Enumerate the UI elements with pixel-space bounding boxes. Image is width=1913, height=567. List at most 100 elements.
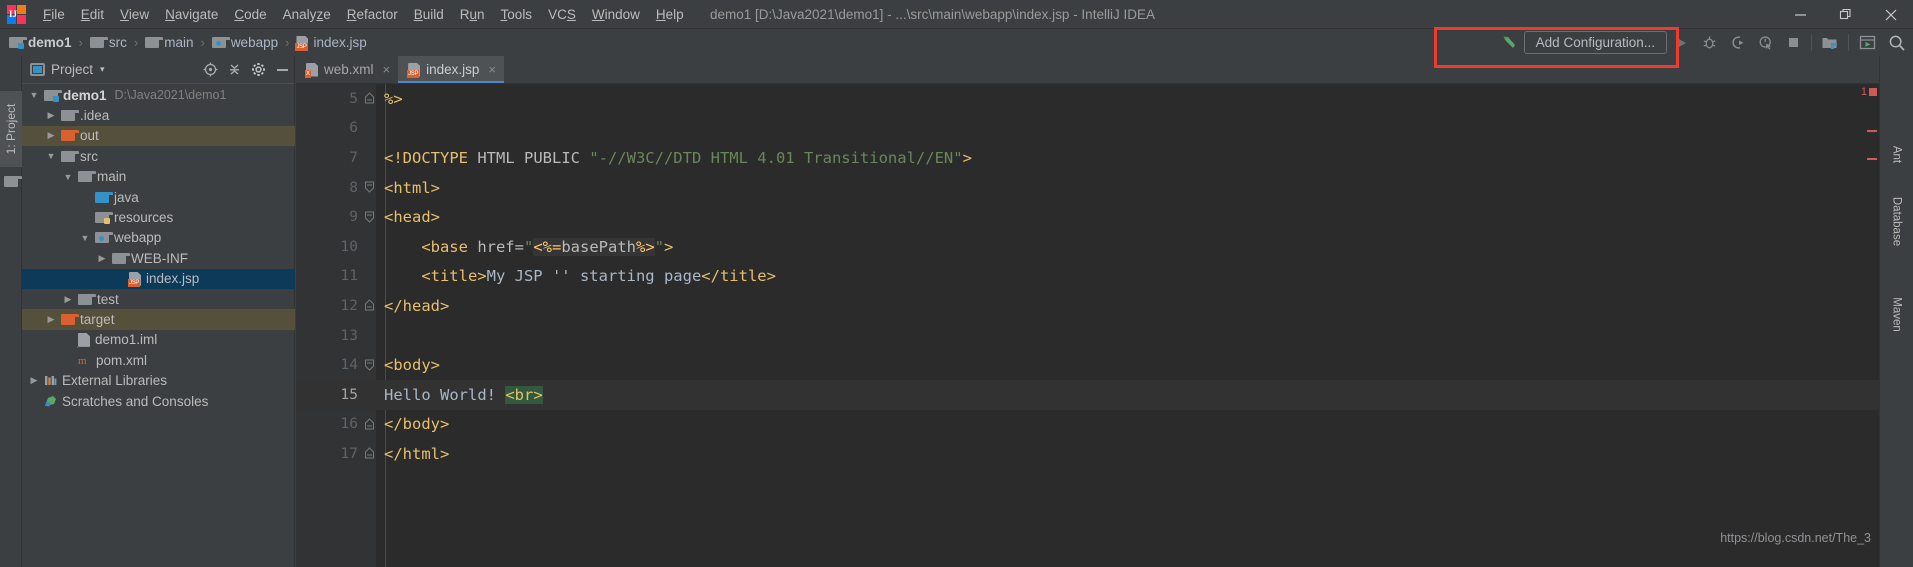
chevron-down-icon[interactable]: ▾ (100, 64, 105, 75)
close-icon[interactable]: × (383, 62, 391, 77)
hide-panel-icon[interactable] (270, 57, 294, 83)
tree-node-out[interactable]: ▶ out (22, 125, 295, 147)
run-play-icon[interactable] (1667, 29, 1695, 56)
right-tool-tab-maven[interactable]: Maven (1886, 282, 1907, 348)
code-text[interactable]: Hello World! <br> (384, 385, 543, 404)
line-number[interactable]: 5 (296, 91, 358, 107)
code-lines[interactable]: 5 %> 6 7 <!DOCTYPE HTML PUBLIC "-//W3C//DTD … (296, 84, 1879, 567)
line-number[interactable]: 8 (296, 180, 358, 196)
error-stripe-marker-1[interactable] (1867, 130, 1877, 132)
chevron-down-icon[interactable]: ▼ (45, 150, 57, 162)
add-configuration-button[interactable]: Add Configuration... (1523, 31, 1667, 54)
profiler-icon[interactable] (1751, 29, 1779, 56)
tree-node-web-inf[interactable]: ▶ WEB-INF (22, 248, 295, 268)
fold-marker-icon[interactable] (358, 418, 380, 431)
chevron-right-icon[interactable]: ▶ (45, 313, 57, 325)
close-icon[interactable]: × (488, 62, 496, 77)
line-number[interactable]: 15 (296, 387, 358, 403)
close-icon[interactable] (1868, 0, 1913, 29)
tree-node-index-jsp[interactable]: JSP index.jsp (22, 268, 295, 289)
breadcrumb-item-demo1[interactable]: demo1 (9, 35, 72, 50)
collapse-all-icon[interactable] (222, 57, 246, 83)
tree-node-webapp[interactable]: ▼ webapp (22, 228, 295, 248)
code-line-14[interactable]: 14 <body> (296, 350, 1879, 380)
line-number[interactable]: 13 (296, 328, 358, 344)
breadcrumb-item-webapp[interactable]: webapp (211, 35, 278, 50)
code-line-5[interactable]: 5 %> (296, 84, 1879, 114)
code-text[interactable]: <html> (384, 179, 440, 197)
code-line-16[interactable]: 16 </body> (296, 410, 1879, 440)
breadcrumb-item-src[interactable]: src (89, 35, 127, 50)
debug-bug-icon[interactable] (1695, 29, 1723, 56)
stop-square-icon[interactable] (1779, 29, 1807, 56)
open-in-browser-icon[interactable] (1853, 29, 1881, 56)
chevron-down-icon[interactable]: ▼ (28, 89, 40, 101)
tree-node-src[interactable]: ▼ src (22, 146, 295, 166)
right-tool-tab-database[interactable]: Database (1886, 189, 1907, 255)
code-line-6[interactable]: 6 (296, 114, 1879, 144)
code-text[interactable]: </body> (384, 415, 449, 433)
minimize-icon[interactable] (1778, 0, 1823, 29)
chevron-right-icon[interactable]: ▶ (62, 293, 74, 305)
line-number[interactable]: 14 (296, 357, 358, 373)
code-line-15[interactable]: 15 Hello World! <br> (296, 379, 1879, 410)
intention-bulb-icon[interactable] (390, 363, 401, 376)
tree-node-scratches-and-consoles[interactable]: Scratches and Consoles (22, 391, 295, 411)
breadcrumb-item-main[interactable]: main (145, 35, 193, 50)
line-number[interactable]: 6 (296, 120, 358, 136)
chevron-right-icon[interactable]: ▶ (45, 130, 57, 142)
chevron-down-icon[interactable]: ▼ (79, 232, 91, 244)
code-editor[interactable]: 5 %> 6 7 <!DOCTYPE HTML PUBLIC "-//W3C//DTD … (296, 84, 1879, 567)
menu-item-navigate[interactable]: Navigate (157, 3, 226, 26)
tree-node-java[interactable]: java (22, 187, 295, 207)
right-tool-tab-ant[interactable]: Ant (1886, 122, 1907, 188)
line-number[interactable]: 11 (296, 268, 358, 284)
tree-node-demo1[interactable]: ▼ demo1 D:\Java2021\demo1 (22, 85, 295, 105)
tree-node--idea[interactable]: ▶ .idea (22, 105, 295, 125)
code-line-8[interactable]: 8 <html> (296, 173, 1879, 203)
structure-folder-icon[interactable] (4, 176, 22, 187)
line-number[interactable]: 17 (296, 446, 358, 462)
code-text[interactable]: </html> (384, 445, 449, 463)
code-text[interactable]: </head> (384, 297, 449, 315)
project-tree[interactable]: ▼ demo1 D:\Java2021\demo1 ▶ .idea ▶ out ▼ src ▼ ma… (22, 85, 295, 567)
code-text[interactable]: <title>My JSP '' starting page</title> (384, 267, 776, 285)
select-opened-file-icon[interactable] (198, 57, 222, 83)
tree-node-pom-xml[interactable]: m pom.xml (22, 350, 295, 370)
search-everywhere-icon[interactable] (1881, 29, 1913, 56)
code-line-11[interactable]: 11 <title>My JSP '' starting page</title> (296, 262, 1879, 292)
fold-marker-icon[interactable] (358, 211, 380, 224)
restore-icon[interactable] (1823, 0, 1868, 29)
menu-item-tools[interactable]: Tools (493, 3, 541, 26)
tree-node-resources[interactable]: resources (22, 207, 295, 227)
tree-node-target[interactable]: ▶ target (22, 309, 295, 330)
error-stripe-marker-2[interactable] (1867, 158, 1877, 160)
chevron-right-icon[interactable]: ▶ (28, 375, 40, 387)
line-number[interactable]: 10 (296, 239, 358, 255)
code-line-10[interactable]: 10 <base href="<%=basePath%>"> (296, 232, 1879, 262)
code-line-13[interactable]: 13 (296, 321, 1879, 351)
build-hammer-icon[interactable] (1496, 29, 1524, 56)
settings-gear-icon[interactable] (246, 57, 270, 83)
line-number[interactable]: 16 (296, 416, 358, 432)
tree-node-demo1-iml[interactable]: demo1.iml (22, 330, 295, 350)
code-line-7[interactable]: 7 <!DOCTYPE HTML PUBLIC "-//W3C//DTD HTML… (296, 143, 1879, 173)
menu-item-window[interactable]: Window (584, 3, 648, 26)
menu-item-vcs[interactable]: VCS (540, 3, 584, 26)
tree-node-main[interactable]: ▼ main (22, 167, 295, 187)
line-number[interactable]: 9 (296, 209, 358, 225)
sidebar-item-project-tab[interactable]: 1: Project (0, 91, 22, 167)
editor-tab-index-jsp[interactable]: JSP index.jsp × (398, 56, 504, 83)
chevron-right-icon[interactable]: ▶ (96, 252, 108, 264)
code-text[interactable]: <base href="<%=basePath%>"> (384, 237, 673, 256)
chevron-right-icon[interactable]: ▶ (45, 110, 57, 122)
line-number[interactable]: 7 (296, 150, 358, 166)
editor-tab-web-xml[interactable]: Xweb.xml × (296, 56, 398, 83)
tree-node-external-libraries[interactable]: ▶ External Libraries (22, 370, 295, 390)
run-with-coverage-icon[interactable] (1723, 29, 1751, 56)
menu-item-build[interactable]: Build (406, 3, 452, 26)
code-line-12[interactable]: 12 </head> (296, 291, 1879, 321)
menu-item-code[interactable]: Code (226, 3, 274, 26)
fold-marker-icon[interactable] (358, 447, 380, 460)
code-text[interactable]: <head> (384, 208, 440, 226)
